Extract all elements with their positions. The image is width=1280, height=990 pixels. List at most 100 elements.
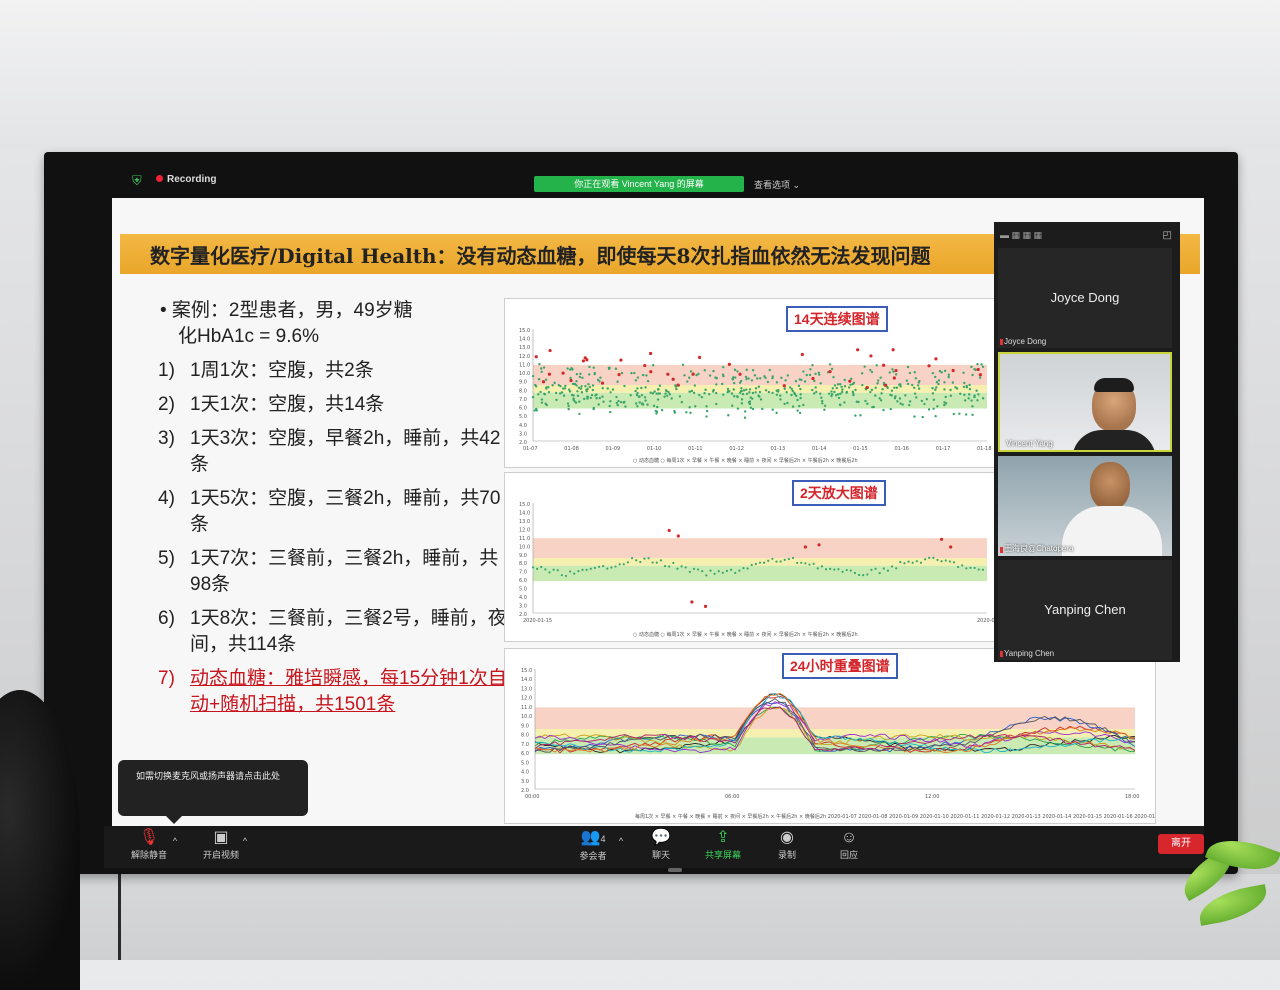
glucose-point	[908, 371, 912, 375]
glucose-point	[643, 557, 646, 560]
y-tick-label: 12.0	[521, 696, 532, 702]
participant-tile[interactable]: Joyce Dong Joyce Dong	[998, 248, 1172, 348]
fingerstick-point	[949, 545, 953, 549]
glucose-point	[551, 384, 554, 387]
start-video-button[interactable]: ▣ 开启视频	[196, 828, 246, 861]
glucose-point	[851, 382, 855, 386]
collapse-icon[interactable]: ◰	[1163, 230, 1172, 241]
glucose-point	[576, 390, 579, 393]
glucose-point	[601, 395, 604, 398]
glucose-point	[591, 388, 595, 392]
glucose-point	[890, 389, 894, 392]
glucose-point	[572, 394, 575, 397]
fingerstick-point	[883, 383, 888, 387]
record-button[interactable]: ◉ 录制	[764, 828, 810, 861]
glucose-point	[543, 393, 547, 396]
glucose-point	[690, 389, 694, 393]
shield-icon[interactable]: ⛨	[132, 174, 144, 188]
slide-title: 数字量化医疗/Digital Health：没有动态血糖，即使每天8次扎指血依然…	[150, 244, 931, 268]
glucose-point	[978, 376, 982, 379]
glucose-point	[943, 401, 946, 404]
glucose-point	[660, 408, 664, 412]
y-tick-label: 4.0	[519, 595, 527, 601]
panel-toolbar[interactable]: ▬ ▦ ▦ ▦	[1000, 230, 1042, 241]
y-tick-label: 3.0	[519, 604, 527, 610]
item-number: 5)	[158, 548, 175, 569]
glucose-point	[811, 363, 814, 367]
case-list-item: 7) 动态血糖：雅培瞬感，每15分钟1次自动+随机扫描，共1501条	[158, 666, 508, 718]
participant-tile-video[interactable]: Vincent Yang	[998, 352, 1172, 452]
view-options-button[interactable]: 查看选项 ⌄	[754, 178, 800, 191]
glucose-point	[629, 394, 632, 397]
muted-mic-icon	[1000, 547, 1003, 553]
glucose-point	[821, 402, 824, 405]
glucose-point	[656, 398, 660, 401]
audio-options-caret[interactable]: ^	[170, 836, 180, 846]
glucose-point	[779, 398, 782, 401]
participant-label: Joyce Dong	[1004, 337, 1047, 346]
glucose-point	[817, 371, 821, 374]
unmute-button[interactable]: 🎙 解除静音	[124, 828, 174, 861]
glucose-point	[974, 368, 977, 372]
participants-button[interactable]: 👥4 参会者	[568, 828, 618, 862]
glucose-point	[596, 378, 600, 382]
glucose-point	[753, 374, 757, 377]
glucose-point	[582, 397, 586, 401]
video-options-caret[interactable]: ^	[240, 836, 250, 846]
glucose-point	[588, 373, 591, 376]
chat-button[interactable]: 💬 聊天	[638, 828, 684, 861]
glucose-point	[914, 377, 918, 380]
glucose-point	[963, 399, 967, 402]
glucose-point	[578, 375, 582, 379]
glucose-point	[805, 373, 808, 377]
glucose-point	[843, 385, 847, 388]
glucose-point	[620, 371, 624, 375]
participants-caret[interactable]: ^	[616, 836, 626, 846]
glucose-point	[564, 574, 568, 578]
glucose-point	[703, 392, 706, 395]
item-number: 7)	[158, 668, 175, 689]
muted-microphone-icon: 🎙	[138, 829, 160, 846]
glucose-point	[540, 398, 544, 401]
share-screen-button[interactable]: ⇪ 共享屏幕	[700, 828, 746, 861]
glucose-point	[725, 569, 729, 573]
glucose-point	[843, 401, 846, 404]
glucose-point	[715, 377, 719, 380]
y-tick-label: 15.0	[521, 668, 532, 674]
glucose-point	[750, 563, 753, 567]
glucose-point	[861, 383, 864, 387]
glucose-point	[587, 383, 590, 386]
share-screen-label: 共享屏幕	[704, 850, 741, 860]
reactions-button[interactable]: ☺ 回应	[826, 828, 872, 861]
glucose-point	[962, 385, 966, 389]
glucose-point	[653, 390, 656, 393]
glucose-point	[783, 387, 786, 390]
glucose-point	[827, 392, 831, 395]
glucose-point	[833, 384, 837, 387]
glucose-point	[561, 387, 565, 390]
glucose-point	[607, 367, 611, 371]
glucose-point	[705, 409, 709, 413]
case-heading: • 案例：2型患者，男，49岁糖 化HbA1c = 9.6%	[158, 298, 508, 350]
glucose-point	[713, 572, 716, 575]
glucose-point	[937, 382, 940, 386]
glucose-point	[560, 574, 563, 577]
glucose-point	[906, 382, 910, 386]
glucose-point	[736, 395, 739, 398]
chart-legend: ○ 动态血糖 ○ 每周1次 × 早餐 × 午餐 × 晚餐 × 睡前 × 夜间 ×…	[633, 631, 858, 638]
participant-tile-video[interactable]: 王海良@Chatopera	[998, 456, 1172, 556]
x-tick-label: 01-10	[647, 446, 662, 452]
glucose-point	[905, 379, 909, 382]
glucose-point	[578, 400, 581, 403]
recording-indicator[interactable]: Recording	[156, 174, 216, 185]
glucose-point	[944, 395, 947, 399]
participant-tile[interactable]: Yanping Chen Yanping Chen	[998, 560, 1172, 660]
glucose-point	[771, 557, 774, 560]
fingerstick-point	[856, 348, 860, 352]
glucose-point	[547, 385, 550, 389]
x-tick-label: 00:00	[525, 794, 539, 800]
glucose-point	[668, 393, 672, 396]
glucose-point	[552, 568, 555, 571]
glucose-point	[692, 567, 696, 570]
fingerstick-point	[676, 383, 680, 387]
